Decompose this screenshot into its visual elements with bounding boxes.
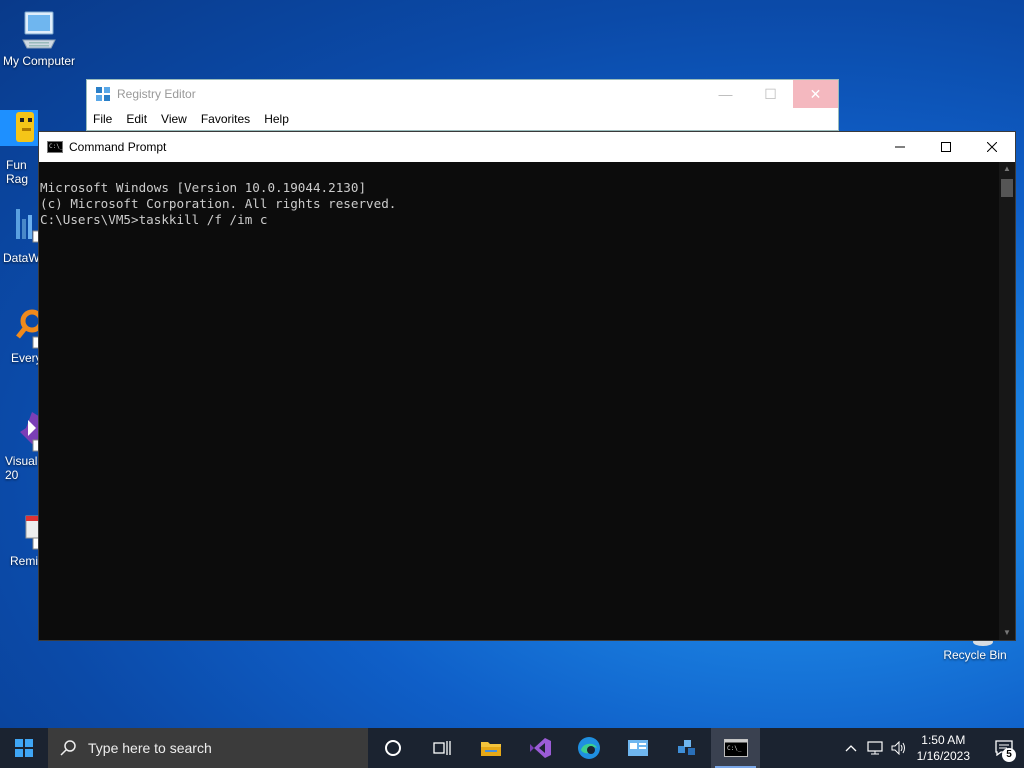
close-button[interactable] [969, 132, 1015, 162]
start-button[interactable] [0, 728, 48, 768]
clock-date: 1/16/2023 [916, 749, 970, 763]
minimize-button[interactable] [877, 132, 923, 162]
console-line: Microsoft Windows [Version 10.0.19044.21… [40, 180, 367, 195]
app-taskbar-button[interactable] [613, 728, 662, 768]
command-prompt-window[interactable]: C:\_ Command Prompt Microsoft Windows [V… [38, 131, 1016, 641]
command-prompt-taskbar-button[interactable]: C:\_ [711, 728, 760, 768]
show-hidden-icons-chevron-icon[interactable] [839, 744, 863, 752]
visual-studio-icon [529, 738, 551, 758]
desktop-icon-label: Fun Rag [6, 158, 29, 186]
close-icon [987, 142, 997, 152]
notification-count-badge: 5 [1002, 748, 1016, 762]
minimize-button[interactable]: — [703, 80, 748, 108]
chart-app-icon [16, 209, 38, 243]
minimize-icon [895, 146, 905, 148]
network-icon[interactable] [863, 741, 887, 755]
visual-studio-taskbar-button[interactable] [515, 728, 564, 768]
command-prompt-icon: C:\_ [47, 141, 63, 153]
menu-favorites[interactable]: Favorites [201, 112, 250, 126]
clock-time: 1:50 AM [921, 733, 966, 747]
scroll-down-arrow-icon[interactable]: ▼ [999, 626, 1015, 640]
menu-view[interactable]: View [161, 112, 187, 126]
cortana-button[interactable] [368, 728, 417, 768]
registry-editor-window[interactable]: Registry Editor — ☐ ✕ File Edit View Fav… [86, 79, 839, 131]
volume-icon[interactable] [887, 741, 911, 755]
command-prompt-title: Command Prompt [69, 140, 167, 154]
magnifier-icon [16, 309, 38, 349]
menu-edit[interactable]: Edit [126, 112, 147, 126]
calendar-icon [25, 515, 38, 550]
command-prompt-icon: C:\_ [723, 739, 748, 757]
maximize-icon [941, 142, 951, 152]
scroll-up-arrow-icon[interactable]: ▲ [999, 162, 1015, 176]
command-prompt-titlebar[interactable]: C:\_ Command Prompt [39, 132, 1015, 162]
search-placeholder: Type here to search [88, 740, 212, 756]
registry-editor-icon [96, 87, 110, 101]
maximize-button[interactable]: ☐ [748, 80, 793, 108]
registry-editor-taskbar-button[interactable] [662, 728, 711, 768]
windows-logo-icon [15, 739, 33, 757]
maximize-button[interactable] [923, 132, 969, 162]
svg-text:C:\_: C:\_ [727, 745, 742, 752]
registry-editor-titlebar[interactable]: Registry Editor — ☐ ✕ [87, 80, 838, 108]
system-tray: 1:50 AM 1/16/2023 5 [839, 728, 1024, 768]
visual-studio-icon [20, 412, 38, 452]
edge-taskbar-button[interactable] [564, 728, 613, 768]
registry-cubes-icon [677, 740, 695, 755]
folder-icon [480, 742, 501, 756]
close-button[interactable]: ✕ [793, 80, 838, 108]
desktop-icon-my-computer[interactable]: My Computer [1, 10, 77, 68]
task-view-button[interactable] [417, 728, 466, 768]
toy-robot-icon [0, 110, 38, 146]
taskbar: Type here to search C:\_ 1:50 AM 1/16/20… [0, 728, 1024, 768]
search-icon [60, 740, 76, 756]
file-explorer-taskbar-button[interactable] [466, 728, 515, 768]
desktop-icon-label: Recycle Bin [943, 648, 1007, 662]
console-input-line[interactable]: C:\Users\VM5>taskkill /f /im c [40, 212, 999, 228]
console-output[interactable]: Microsoft Windows [Version 10.0.19044.21… [39, 162, 999, 640]
taskbar-clock[interactable]: 1:50 AM 1/16/2023 [917, 732, 970, 764]
menu-file[interactable]: File [93, 112, 112, 126]
console-scrollbar[interactable]: ▲ ▼ [999, 162, 1015, 640]
edge-browser-icon [577, 737, 600, 759]
desktop-icon-label: My Computer [2, 54, 76, 68]
computer-icon [22, 11, 56, 49]
taskbar-search-box[interactable]: Type here to search [48, 728, 368, 768]
registry-editor-title: Registry Editor [117, 87, 196, 101]
action-center-button[interactable]: 5 [984, 728, 1024, 768]
scrollbar-thumb[interactable] [1001, 179, 1013, 197]
registry-editor-menubar: File Edit View Favorites Help [87, 108, 838, 130]
task-view-icon [432, 741, 451, 755]
cortana-icon [384, 740, 401, 756]
document-app-icon [627, 740, 648, 756]
console-line: (c) Microsoft Corporation. All rights re… [40, 196, 397, 211]
menu-help[interactable]: Help [264, 112, 289, 126]
